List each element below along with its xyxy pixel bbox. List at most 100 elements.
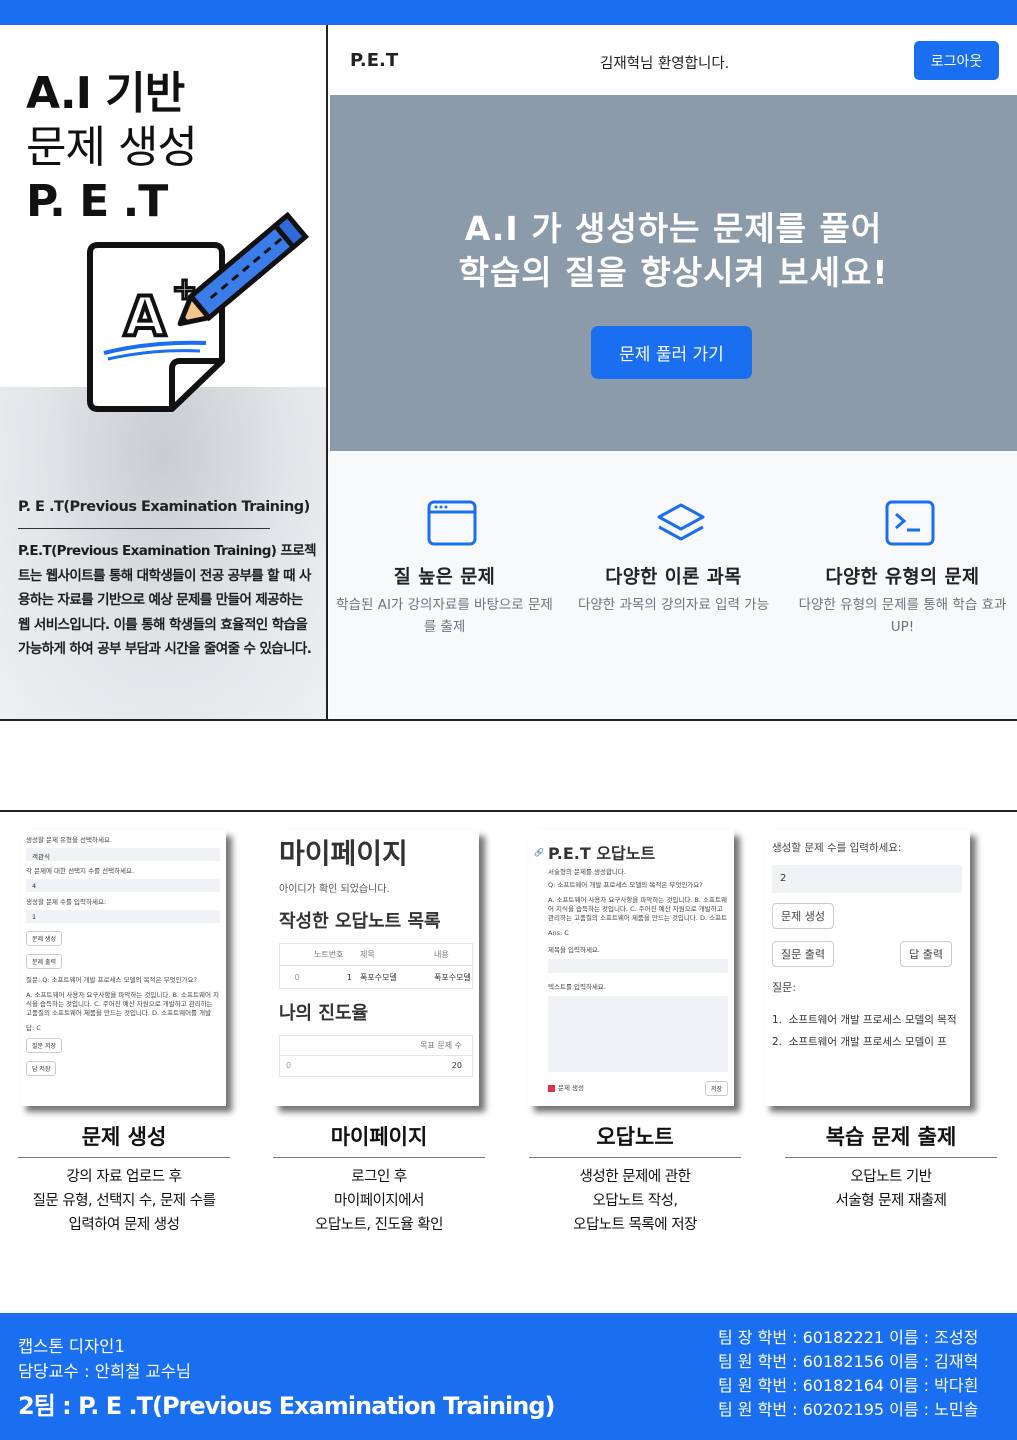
divider: [18, 1157, 230, 1158]
divider: [0, 719, 1017, 721]
col-header: 노트번호: [314, 950, 344, 959]
member-item: 팀 원 학번 : 60182164 이름 : 박다흰: [718, 1376, 979, 1395]
save-button[interactable]: 저장: [704, 1081, 728, 1096]
progress-table: 목표 문제 수 0 20: [279, 1035, 473, 1077]
screenshot-wrong-answer-note: 🔗 P.E.T 오답노트 서술형의 문제를 생성합니다. Q: 소프트웨어 개발…: [528, 830, 734, 1106]
cell: 20: [451, 1061, 462, 1070]
logout-button[interactable]: 로그아웃: [914, 41, 999, 80]
print-question-button[interactable]: 질문 출력: [772, 941, 834, 967]
title-label: 제목을 입력하세요.: [548, 946, 600, 954]
brand-logo[interactable]: P.E.T: [350, 50, 398, 71]
screenshot-mypage: 마이페이지 아이디가 확인 되었습니다. 작성한 오답노트 목록 노트번호 제목…: [273, 830, 479, 1106]
hero-title: A.I 가 생성하는 문제를 풀어 학습의 질을 향상시켜 보세요!: [330, 207, 1017, 295]
section-desc: 로그인 후 마이페이지에서 오답노트, 진도율 확인: [315, 1169, 443, 1233]
print-answer-button[interactable]: 답 출력: [900, 941, 952, 967]
feature-title: 다양한 이론 과목: [605, 567, 742, 588]
footer: 캡스톤 디자인1 담당교수 : 안희철 교수님 2팀 : P. E .T(Pre…: [0, 1313, 1017, 1440]
divider: [0, 810, 1017, 812]
print-button[interactable]: 문제 출력: [26, 954, 62, 969]
cell: 1: [346, 972, 352, 982]
row-index: 0: [286, 1061, 292, 1070]
member-item: 팀 원 학번 : 60202195 이름 : 노민솔: [718, 1400, 979, 1419]
feature-title: 다양한 유형의 문제: [825, 567, 980, 588]
poster-title-line1: A.I 기반: [26, 68, 185, 119]
type-label: 생성할 문제 유형을 선택하세요.: [26, 836, 113, 844]
count-label: 생성할 문제 수를 입력하세요:: [26, 898, 107, 906]
text-area[interactable]: [548, 996, 728, 1072]
generate-button[interactable]: 문제 생성: [26, 931, 62, 946]
options-text: A. 소프트웨어 사용자 요구사항을 파악하는 것입니다. B. 소프트웨어 지…: [26, 991, 219, 1017]
col-header: 목표 문제 수: [280, 1036, 472, 1056]
divider: [18, 528, 270, 529]
generate-checkbox[interactable]: 문제 생성: [548, 1084, 584, 1093]
row-index: 0: [294, 972, 300, 982]
feature-desc: 학습된 AI가 강의자료를 바탕으로 문제를 출제: [336, 597, 553, 635]
feature-desc: 다양한 과목의 강의자료 입력 가능: [577, 597, 770, 613]
features-section: 질 높은 문제 학습된 AI가 강의자료를 바탕으로 문제를 출제 다양한 이론…: [330, 451, 1017, 683]
checkbox-label: 문제 생성: [558, 1084, 584, 1092]
screenshot-question-generation: 생성할 문제 유형을 선택하세요. 객관식 각 문제에 대한 선택지 수를 선택…: [20, 830, 226, 1106]
note-title: P.E.T 오답노트: [547, 844, 656, 863]
col-header: 제목: [360, 950, 375, 959]
mypage-title: 마이페이지: [279, 837, 408, 870]
options-text: A. 소프트웨어 사용자 요구사항을 파악하는 것입니다. B. 소프트웨어 지…: [548, 896, 728, 924]
col-header: 내용: [434, 950, 449, 959]
section-desc: 오답노트 기반 서술형 문제 재출제: [835, 1169, 947, 1209]
svg-text:A: A: [124, 285, 166, 348]
divider: [273, 1157, 485, 1158]
feature-desc: 다양한 유형의 문제를 통해 학습 효과 UP!: [798, 597, 1007, 635]
table-row[interactable]: 0 1 폭포수모델 폭포수모델: [280, 966, 472, 988]
browser-window-icon: [427, 500, 477, 546]
question-item: 1. 소프트웨어 개발 프로세스 모델의 목적: [772, 1014, 957, 1026]
save-answer-button[interactable]: 답 저장: [26, 1061, 57, 1076]
answer-text: Ans: C: [548, 929, 569, 937]
choices-select[interactable]: 4: [26, 879, 220, 892]
count-input[interactable]: 2: [772, 865, 962, 893]
question-text: 질문: Q: 소프트웨어 개발 프로세스 모델의 목적은 무엇인가요?: [26, 976, 197, 984]
feature-title: 질 높은 문제: [393, 567, 496, 588]
generate-button[interactable]: 문제 생성: [772, 903, 834, 929]
type-select[interactable]: 객관식: [26, 848, 220, 861]
link-icon: 🔗: [534, 847, 544, 857]
professor: 담당교수 : 안희철 교수님: [18, 1362, 192, 1381]
text-label: 텍스트를 입력하세요.: [548, 983, 606, 991]
member-list: 팀 장 학번 : 60182221 이름 : 조성정 팀 원 학번 : 6018…: [718, 1326, 978, 1422]
progress-title: 나의 진도율: [279, 1003, 369, 1024]
poster-title-line2: 문제 생성: [26, 122, 198, 173]
notes-table: 노트번호 제목 내용 0 1 폭포수모델 폭포수모델: [279, 943, 473, 989]
note-sub: 서술형의 문제를 생성합니다.: [548, 868, 626, 876]
divider: [785, 1157, 997, 1158]
team-name: 2팀 : P. E .T(Previous Examination Traini…: [18, 1392, 555, 1420]
section-desc: 강의 자료 업로드 후 질문 유형, 선택지 수, 문제 수를 입력하여 문제 생성: [32, 1169, 216, 1233]
hero-line1: A.I 가 생성하는 문제를 풀어: [464, 209, 883, 248]
member-item: 팀 장 학번 : 60182221 이름 : 조성정: [718, 1328, 979, 1347]
section-title: 문제 생성: [81, 1125, 167, 1149]
welcome-message: 김재혁님 환영합니다.: [600, 56, 730, 72]
exam-paper-pencil-icon: A +: [87, 211, 310, 412]
website-screenshot: P.E.T 김재혁님 환영합니다. 로그아웃 A.I 가 생성하는 문제를 풀어…: [330, 25, 1017, 720]
top-accent-bar: [0, 0, 1017, 25]
cell: 폭포수모델: [360, 972, 397, 982]
cell: 폭포수모델: [434, 972, 471, 982]
notes-list-title: 작성한 오답노트 목록: [279, 911, 441, 932]
navbar: P.E.T 김재혁님 환영합니다. 로그아웃: [330, 25, 1017, 95]
id-confirm: 아이디가 확인 되었습니다.: [279, 884, 390, 895]
course-name: 캡스톤 디자인1: [18, 1337, 125, 1356]
table-row: 0 20: [280, 1056, 472, 1076]
about-text: P.E.T(Previous Examination Training) 프로젝…: [18, 543, 317, 657]
question-label: 질문:: [772, 981, 796, 994]
terminal-icon: [885, 500, 935, 546]
poster-panel: A.I 기반 문제 생성 P. E .T A + P. E .T(Previou…: [0, 25, 328, 720]
save-question-button[interactable]: 질문 저장: [26, 1038, 62, 1053]
count-input[interactable]: 1: [26, 910, 220, 923]
title-input[interactable]: [548, 959, 728, 973]
question-text: Q: 소프트웨어 개발 프로세스 모델의 목적은 무엇인가요?: [548, 881, 703, 889]
about-heading: P. E .T(Previous Examination Training): [18, 499, 310, 515]
member-item: 팀 원 학번 : 60182156 이름 : 김재혁: [718, 1352, 979, 1371]
question-item: 2. 소프트웨어 개발 프로세스 모델이 프: [772, 1036, 947, 1048]
layers-icon: [657, 503, 705, 541]
section-title: 복습 문제 출제: [825, 1125, 957, 1149]
solve-problems-button[interactable]: 문제 풀러 가기: [591, 326, 752, 379]
section-title: 마이페이지: [330, 1125, 428, 1149]
screenshot-review-questions: 생성할 문제 수를 입력하세요: 2 문제 생성 질문 출력 답 출력 질문: …: [764, 830, 970, 1106]
